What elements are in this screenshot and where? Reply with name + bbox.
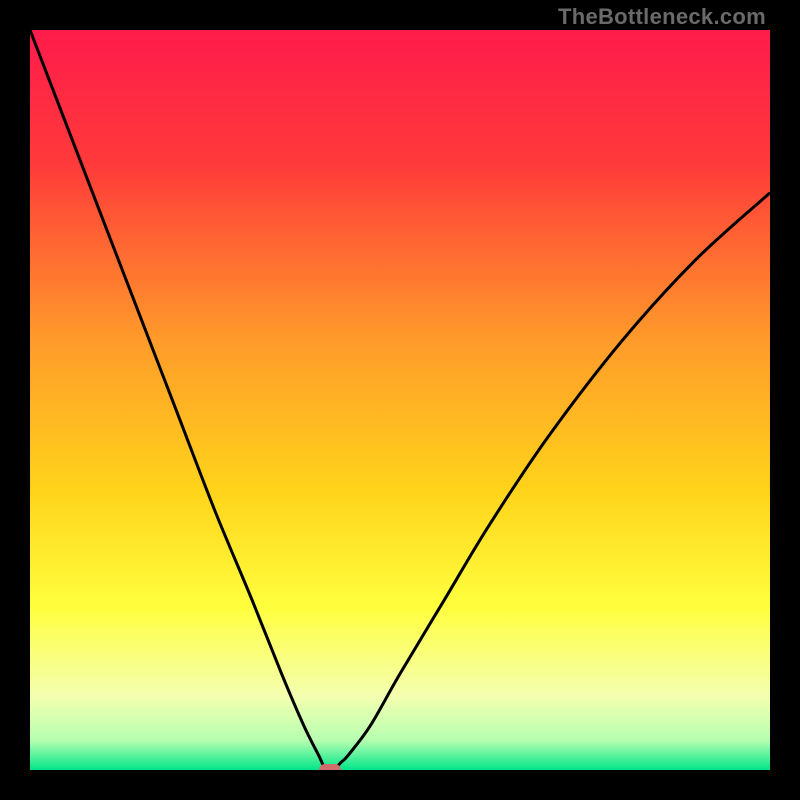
bottleneck-curve [30,30,770,770]
minimum-point-marker [319,764,341,770]
bottleneck-curve-path [30,30,770,770]
chart-outer-frame: TheBottleneck.com [0,0,800,800]
chart-plot-area [30,30,770,770]
watermark-text: TheBottleneck.com [558,4,766,30]
